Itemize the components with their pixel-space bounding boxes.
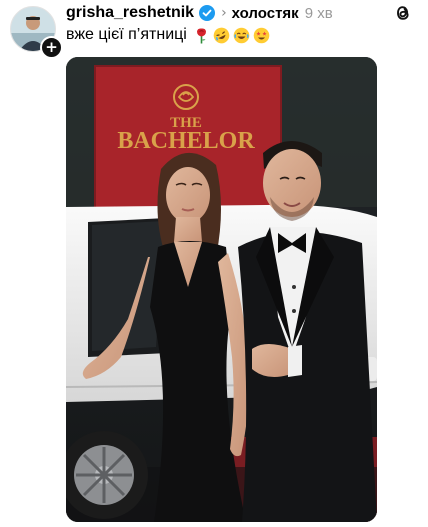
post-photo[interactable]: THE BACHELOR (66, 57, 377, 522)
post-timestamp: 9 хв (304, 4, 333, 22)
verified-badge-icon (199, 5, 216, 21)
username[interactable]: grisha_reshetnik (66, 4, 194, 22)
rose-emoji (193, 27, 210, 44)
avatar-container[interactable]: + (10, 6, 63, 59)
joy-emoji (233, 27, 250, 44)
sign-line2: BACHELOR (117, 128, 255, 154)
post-header: grisha_reshetnik › холостяк 9 хв (66, 3, 388, 23)
topic-tag[interactable]: холостяк (232, 5, 299, 22)
follow-plus-icon[interactable]: + (40, 36, 63, 59)
threads-logo-icon[interactable] (392, 2, 414, 24)
caption-emojis (193, 27, 270, 44)
caption-text: вже цієї п’ятниці (66, 26, 187, 43)
chevron-right-icon: › (221, 5, 227, 21)
rofl-emoji (213, 27, 230, 44)
star-struck-emoji (253, 27, 270, 44)
post-caption: вже цієї п’ятниці (66, 26, 270, 44)
threads-post: + grisha_reshetnik › холостяк 9 хв вже ц… (0, 0, 428, 527)
